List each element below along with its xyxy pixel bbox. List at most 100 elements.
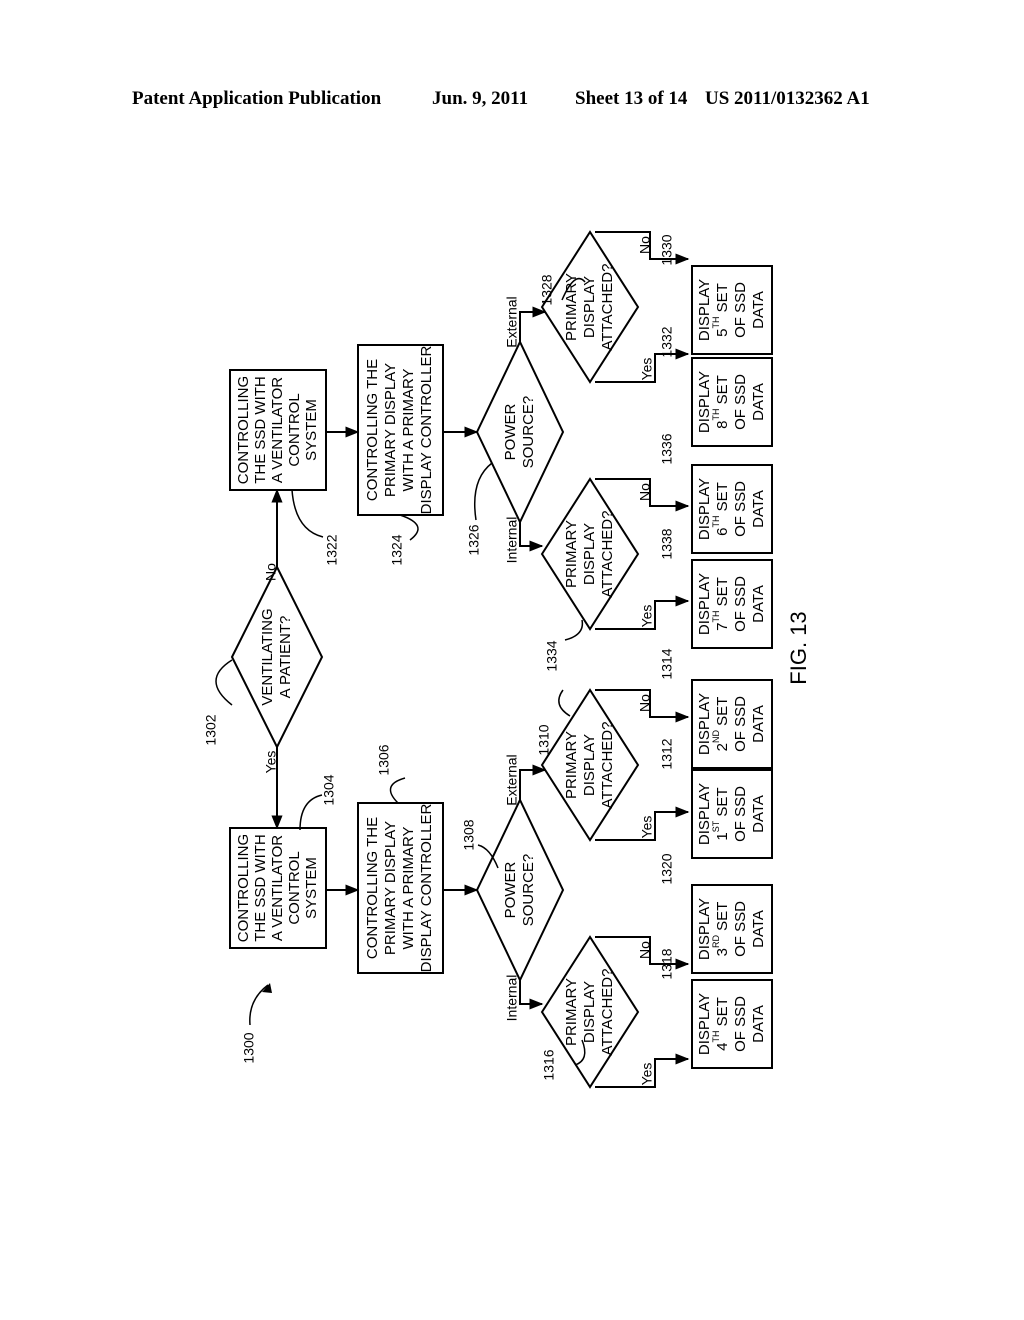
ref-1330: 1330: [659, 234, 675, 265]
internal-connector: [519, 522, 544, 552]
ssd-control-text-line: THE SSD WITH: [252, 834, 269, 942]
display-word: DISPLAY: [696, 783, 713, 845]
attached-text-line: PRIMARY: [563, 731, 580, 799]
ref-1334: 1334: [544, 640, 560, 671]
ref-1318: 1318: [659, 948, 675, 979]
no-label: No: [637, 694, 653, 712]
data-word: DATA: [750, 490, 767, 528]
ssd-control-text-line: SYSTEM: [303, 399, 320, 461]
external-label: External: [504, 296, 520, 347]
ref-1320: 1320: [659, 853, 675, 884]
no-label: No: [637, 483, 653, 501]
primary-display-text-line: WITH A PRIMARY: [400, 826, 417, 949]
power-source-text-line: POWER: [502, 404, 519, 461]
leader-1306: [389, 777, 406, 804]
yes-label: Yes: [639, 605, 655, 628]
ref-1300: 1300: [241, 1032, 257, 1063]
rotated-diagram-group: VENTILATING A PATIENT? 1302 Yes No CONTROLLIN…: [203, 230, 811, 1089]
ref-1326: 1326: [466, 524, 482, 555]
primary-display-text-line: DISPLAY CONTROLLER: [418, 804, 435, 973]
ref-1312: 1312: [659, 738, 675, 769]
leader-1302: [215, 659, 233, 706]
flowchart-figure-13: VENTILATING A PATIENT? 1302 Yes No CONTROLLIN…: [203, 230, 811, 1089]
ventilating-text-line: VENTILATING: [259, 608, 276, 705]
attached-text-line: PRIMARY: [563, 978, 580, 1046]
attached-text-line: ATTACHED?: [599, 264, 616, 351]
of-ssd-word: OF SSD: [732, 996, 749, 1052]
ref-1306: 1306: [376, 744, 392, 775]
ssd-control-text-line: SYSTEM: [303, 857, 320, 919]
attached-text-line: ATTACHED?: [599, 969, 616, 1056]
ref-1328: 1328: [539, 274, 555, 305]
attached-text-line: PRIMARY: [563, 520, 580, 588]
of-ssd-word: OF SSD: [732, 282, 749, 338]
of-ssd-word: OF SSD: [732, 374, 749, 430]
power-source-text-line: POWER: [502, 862, 519, 919]
attached-text-line: DISPLAY: [581, 981, 598, 1043]
ssd-control-text-line: A VENTILATOR: [269, 377, 286, 483]
external-connector: [519, 764, 547, 800]
of-ssd-word: OF SSD: [732, 481, 749, 537]
data-word: DATA: [750, 795, 767, 833]
primary-display-text-line: CONTROLLING THE: [364, 817, 381, 959]
ordinal-set-text: 6TH SET: [711, 482, 731, 536]
primary-display-text-line: CONTROLLING THE: [364, 359, 381, 501]
ssd-control-text-line: CONTROL: [286, 851, 303, 924]
ordinal-set-text: 2ND SET: [711, 697, 731, 752]
display-word: DISPLAY: [696, 371, 713, 433]
ssd-control-text-line: A VENTILATOR: [269, 835, 286, 941]
primary-display-text-line: PRIMARY DISPLAY: [382, 821, 399, 955]
ref-1316: 1316: [541, 1049, 557, 1080]
no-label: No: [637, 941, 653, 959]
data-word: DATA: [750, 705, 767, 743]
display-word: DISPLAY: [696, 573, 713, 635]
ref-1336: 1336: [659, 433, 675, 464]
attached-text-line: ATTACHED?: [599, 722, 616, 809]
power-source-text-line: SOURCE?: [520, 396, 537, 469]
ssd-control-text-line: THE SSD WITH: [252, 376, 269, 484]
attached-text-line: DISPLAY: [581, 523, 598, 585]
ref-1310: 1310: [536, 724, 552, 755]
internal-connector: [519, 980, 544, 1010]
yes-label-1302: Yes: [263, 751, 279, 774]
ventilating-text-line: A PATIENT?: [277, 616, 294, 699]
ref-1308: 1308: [461, 819, 477, 850]
ref-1304: 1304: [321, 774, 337, 805]
of-ssd-word: OF SSD: [732, 901, 749, 957]
power-source-text-line: SOURCE?: [520, 854, 537, 927]
data-word: DATA: [750, 585, 767, 623]
ordinal-set-text: 7TH SET: [711, 577, 731, 631]
attached-text-line: ATTACHED?: [599, 511, 616, 598]
leader-1304: [299, 794, 323, 831]
ref-1322: 1322: [324, 534, 340, 565]
data-word: DATA: [750, 910, 767, 948]
display-word: DISPLAY: [696, 993, 713, 1055]
leader-1310: [558, 689, 571, 717]
no-label-1302: No: [263, 563, 279, 581]
ref-1332: 1332: [659, 326, 675, 357]
no-label: No: [637, 236, 653, 254]
primary-display-text-line: WITH A PRIMARY: [400, 368, 417, 491]
ordinal-set-text: 1ST SET: [711, 787, 731, 840]
ref-1302: 1302: [203, 714, 219, 745]
external-connector: [519, 306, 547, 342]
figure-label: FIG. 13: [786, 611, 811, 684]
ssd-control-text-line: CONTROLLING: [235, 834, 252, 942]
internal-label: Internal: [504, 517, 520, 564]
of-ssd-word: OF SSD: [732, 576, 749, 632]
of-ssd-word: OF SSD: [732, 786, 749, 842]
primary-display-text-line: PRIMARY DISPLAY: [382, 363, 399, 497]
internal-label: Internal: [504, 975, 520, 1022]
yes-label: Yes: [639, 1063, 655, 1086]
of-ssd-word: OF SSD: [732, 696, 749, 752]
display-word: DISPLAY: [696, 898, 713, 960]
yes-label: Yes: [639, 358, 655, 381]
ordinal-set-text: 3RD SET: [711, 902, 731, 957]
data-word: DATA: [750, 383, 767, 421]
leader-1322: [291, 489, 324, 538]
attached-text-line: DISPLAY: [581, 734, 598, 796]
ordinal-set-text: 4TH SET: [711, 997, 731, 1051]
ordinal-set-text: 8TH SET: [711, 375, 731, 429]
ordinal-set-text: 5TH SET: [711, 283, 731, 337]
data-word: DATA: [750, 1005, 767, 1043]
